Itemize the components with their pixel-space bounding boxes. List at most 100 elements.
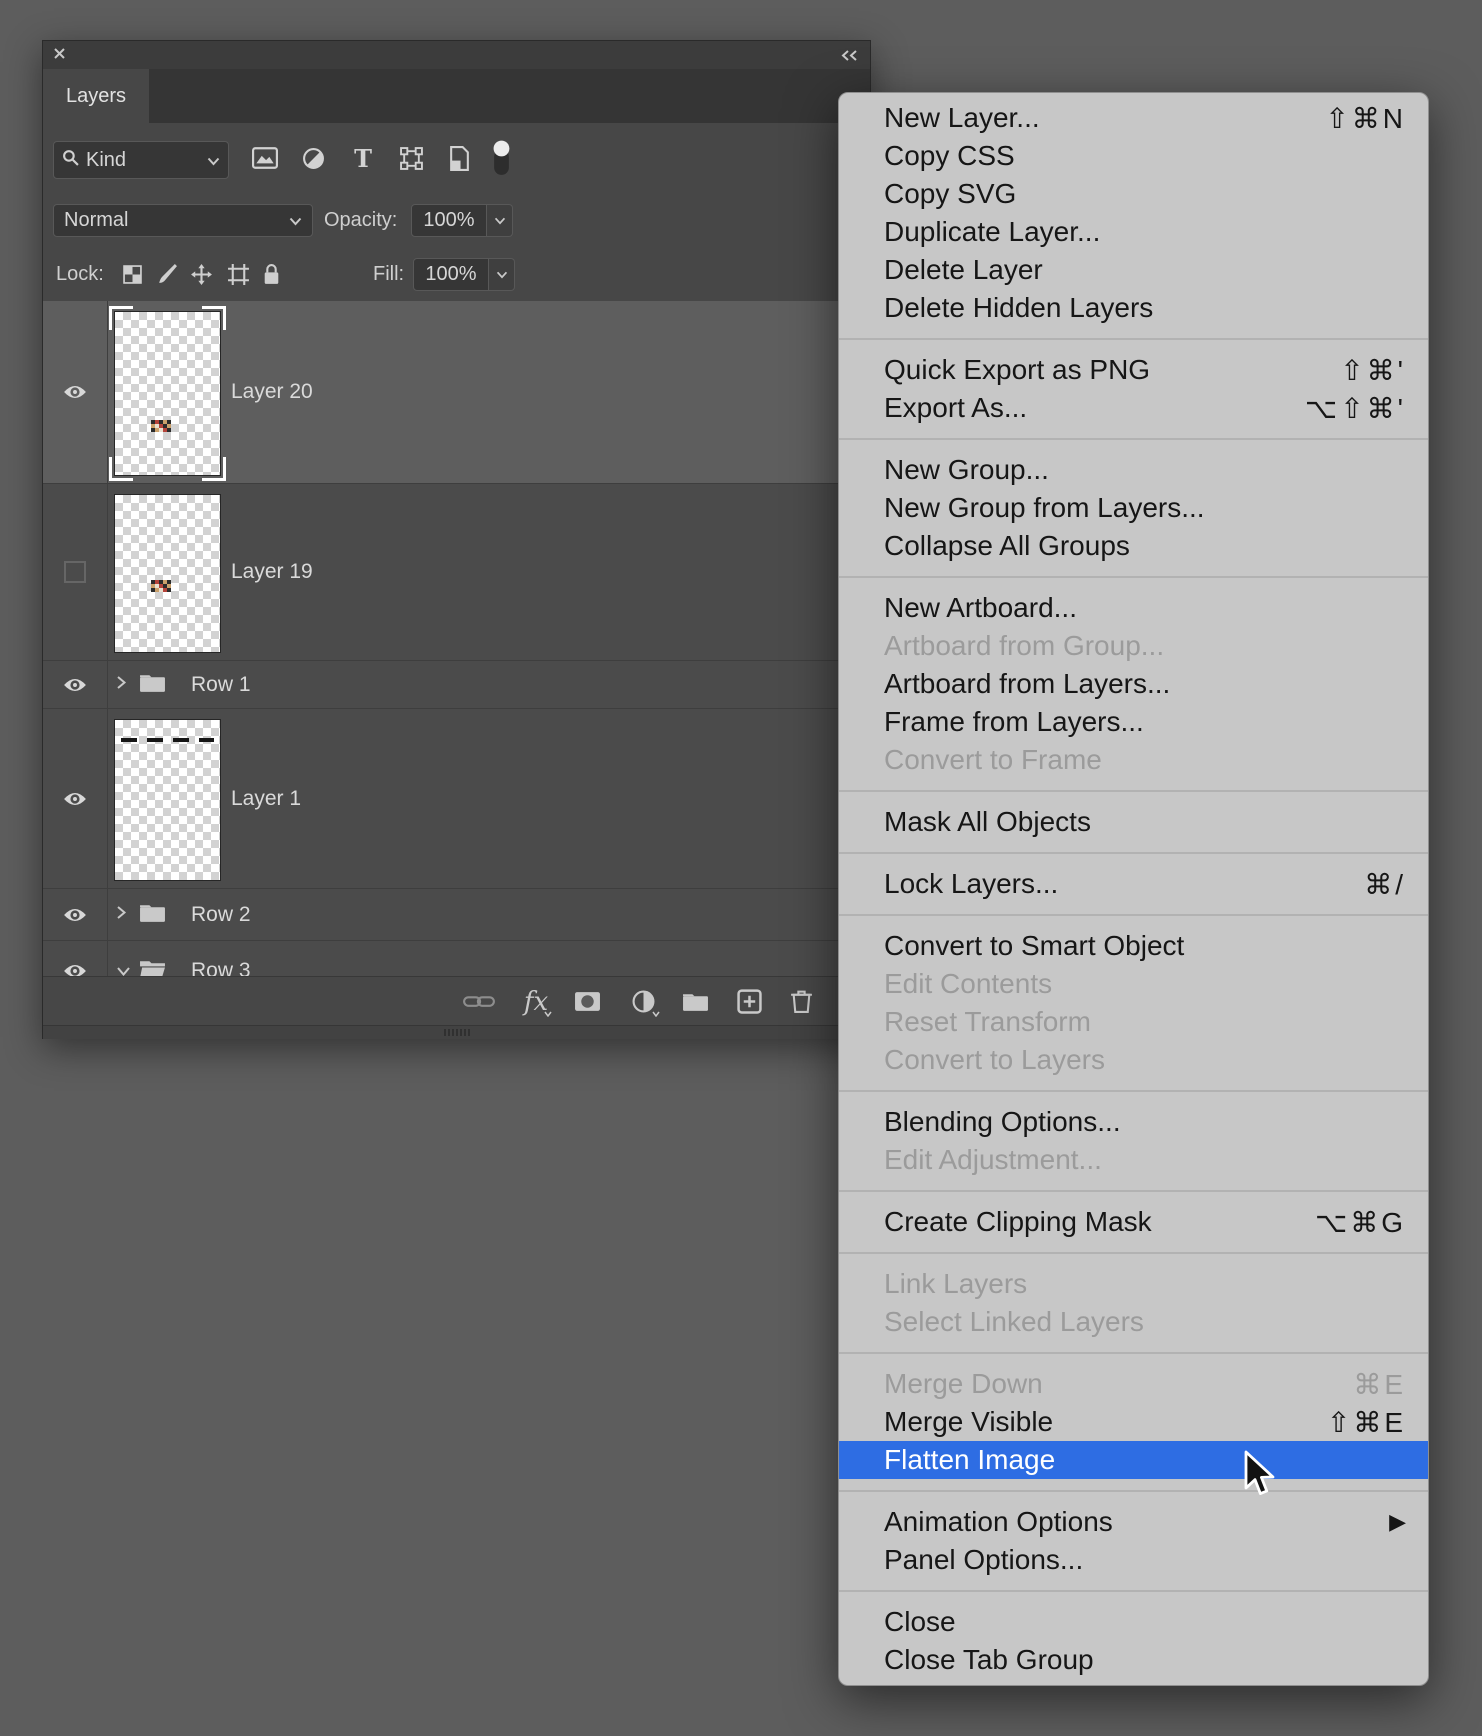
menu-item-new-artboard[interactable]: New Artboard...	[839, 589, 1428, 627]
menu-item-collapse-all-groups[interactable]: Collapse All Groups	[839, 527, 1428, 565]
menu-item-label: Delete Hidden Layers	[884, 292, 1406, 324]
lock-artboard-icon[interactable]	[221, 248, 255, 301]
new-group-icon[interactable]	[673, 977, 717, 1026]
group-row-row-2[interactable]: Row 2	[43, 889, 870, 941]
menu-item-copy-svg[interactable]: Copy SVG	[839, 175, 1428, 213]
visibility-eye-icon[interactable]	[43, 661, 108, 708]
smart-object-filter-icon[interactable]	[439, 123, 479, 193]
link-layers-icon[interactable]	[457, 977, 501, 1026]
visibility-eye-icon[interactable]	[43, 301, 108, 483]
menu-item-new-group-from-layers[interactable]: New Group from Layers...	[839, 489, 1428, 527]
chevron-right-icon[interactable]	[115, 674, 127, 695]
tab-layers[interactable]: Layers	[43, 69, 149, 123]
menu-item-create-clipping-mask[interactable]: Create Clipping Mask⌥⌘G	[839, 1203, 1428, 1241]
layer-thumbnail[interactable]	[114, 494, 221, 653]
menu-item-frame-from-layers[interactable]: Frame from Layers...	[839, 703, 1428, 741]
layer-effects-icon[interactable]: fx	[514, 977, 558, 1026]
menu-item-label: Convert to Smart Object	[884, 930, 1406, 962]
menu-item-merge-visible[interactable]: Merge Visible⇧⌘E	[839, 1403, 1428, 1441]
fill-input[interactable]: 100%	[413, 258, 489, 291]
menu-item-label: New Layer...	[884, 102, 1325, 134]
layer-row-layer-20[interactable]: Layer 20	[43, 301, 870, 484]
search-icon	[62, 149, 79, 172]
folder-icon	[139, 902, 166, 928]
menu-item-lock-layers[interactable]: Lock Layers...⌘/	[839, 865, 1428, 903]
type-filter-icon[interactable]: T	[343, 123, 383, 193]
menu-item-mask-all-objects[interactable]: Mask All Objects	[839, 803, 1428, 841]
layer-row-layer-19[interactable]: Layer 19	[43, 484, 870, 661]
layer-mask-icon[interactable]	[565, 977, 609, 1026]
menu-item-animation-options[interactable]: Animation Options▶	[839, 1503, 1428, 1541]
visibility-eye-icon[interactable]	[43, 709, 108, 888]
menu-item-label: Export As...	[884, 392, 1305, 424]
menu-item-label: Duplicate Layer...	[884, 216, 1406, 248]
menu-item-label: New Group from Layers...	[884, 492, 1406, 524]
menu-item-new-layer[interactable]: New Layer...⇧⌘N	[839, 99, 1428, 137]
lock-all-icon[interactable]	[254, 248, 288, 301]
menu-item-panel-options[interactable]: Panel Options...	[839, 1541, 1428, 1579]
lock-transparency-icon[interactable]	[115, 248, 149, 301]
menu-item-label: Convert to Layers	[884, 1044, 1406, 1076]
menu-item-flatten-image[interactable]: Flatten Image	[839, 1441, 1428, 1479]
filter-kind-dropdown[interactable]: Kind	[53, 141, 229, 179]
menu-item-delete-layer[interactable]: Delete Layer	[839, 251, 1428, 289]
adjustment-filter-icon[interactable]	[293, 123, 333, 193]
layer-name[interactable]: Layer 20	[231, 380, 313, 404]
menu-item-blending-options[interactable]: Blending Options...	[839, 1103, 1428, 1141]
filter-toggle[interactable]	[481, 123, 521, 193]
menu-item-close-tab-group[interactable]: Close Tab Group	[839, 1641, 1428, 1679]
layer-name[interactable]: Layer 1	[231, 787, 301, 811]
menu-item-convert-to-smart-object[interactable]: Convert to Smart Object	[839, 927, 1428, 965]
menu-item-convert-to-layers: Convert to Layers	[839, 1041, 1428, 1079]
panel-resize-handle[interactable]	[43, 1025, 870, 1039]
menu-item-new-group[interactable]: New Group...	[839, 451, 1428, 489]
menu-item-close[interactable]: Close	[839, 1603, 1428, 1641]
layer-name[interactable]: Row 1	[191, 673, 251, 697]
visibility-hidden-box[interactable]	[43, 484, 108, 660]
close-icon[interactable]	[53, 47, 67, 61]
new-layer-icon[interactable]	[727, 977, 771, 1026]
group-row-row-1[interactable]: Row 1	[43, 661, 870, 709]
layer-row-layer-1[interactable]: Layer 1	[43, 709, 870, 889]
layer-thumbnail[interactable]	[114, 311, 221, 476]
shape-filter-icon[interactable]	[391, 123, 431, 193]
menu-separator	[839, 576, 1428, 578]
layer-name[interactable]: Layer 19	[231, 560, 313, 584]
pixel-layers-filter-icon[interactable]	[245, 123, 285, 193]
visibility-eye-icon[interactable]	[43, 941, 108, 976]
opacity-dropdown-chevron[interactable]	[487, 204, 513, 237]
menu-item-label: New Artboard...	[884, 592, 1406, 624]
menu-item-quick-export-as-png[interactable]: Quick Export as PNG⇧⌘'	[839, 351, 1428, 389]
panel-tab-bar: Layers	[43, 69, 870, 123]
menu-item-label: Select Linked Layers	[884, 1306, 1406, 1338]
opacity-input[interactable]: 100%	[411, 204, 487, 237]
menu-item-artboard-from-layers[interactable]: Artboard from Layers...	[839, 665, 1428, 703]
menu-item-label: Frame from Layers...	[884, 706, 1406, 738]
blend-mode-dropdown[interactable]: Normal	[53, 204, 313, 237]
menu-item-copy-css[interactable]: Copy CSS	[839, 137, 1428, 175]
panel-title-bar[interactable]	[43, 41, 870, 70]
menu-item-label: Flatten Image	[884, 1444, 1406, 1476]
layer-name[interactable]: Row 3	[191, 959, 251, 977]
delete-layer-icon[interactable]	[779, 977, 823, 1026]
lock-options-bar: Lock: Fill: 100%	[43, 248, 870, 302]
visibility-eye-icon[interactable]	[43, 889, 108, 940]
layer-thumbnail[interactable]	[114, 719, 221, 881]
layer-name[interactable]: Row 2	[191, 903, 251, 927]
collapse-panel-icon[interactable]	[840, 49, 858, 67]
chevron-right-icon[interactable]	[115, 904, 127, 925]
adjustment-layer-icon[interactable]	[621, 977, 665, 1026]
group-row-row-3[interactable]: Row 3	[43, 941, 870, 976]
menu-separator	[839, 438, 1428, 440]
opacity-label: Opacity:	[324, 209, 397, 232]
menu-separator	[839, 1590, 1428, 1592]
menu-item-delete-hidden-layers[interactable]: Delete Hidden Layers	[839, 289, 1428, 327]
menu-separator	[839, 914, 1428, 916]
menu-item-export-as[interactable]: Export As...⌥⇧⌘'	[839, 389, 1428, 427]
chevron-down-icon[interactable]	[111, 965, 132, 977]
lock-paint-icon[interactable]	[149, 248, 183, 301]
menu-item-duplicate-layer[interactable]: Duplicate Layer...	[839, 213, 1428, 251]
fill-dropdown-chevron[interactable]	[489, 258, 515, 291]
menu-item-label: Create Clipping Mask	[884, 1206, 1315, 1238]
lock-move-icon[interactable]	[184, 248, 218, 301]
